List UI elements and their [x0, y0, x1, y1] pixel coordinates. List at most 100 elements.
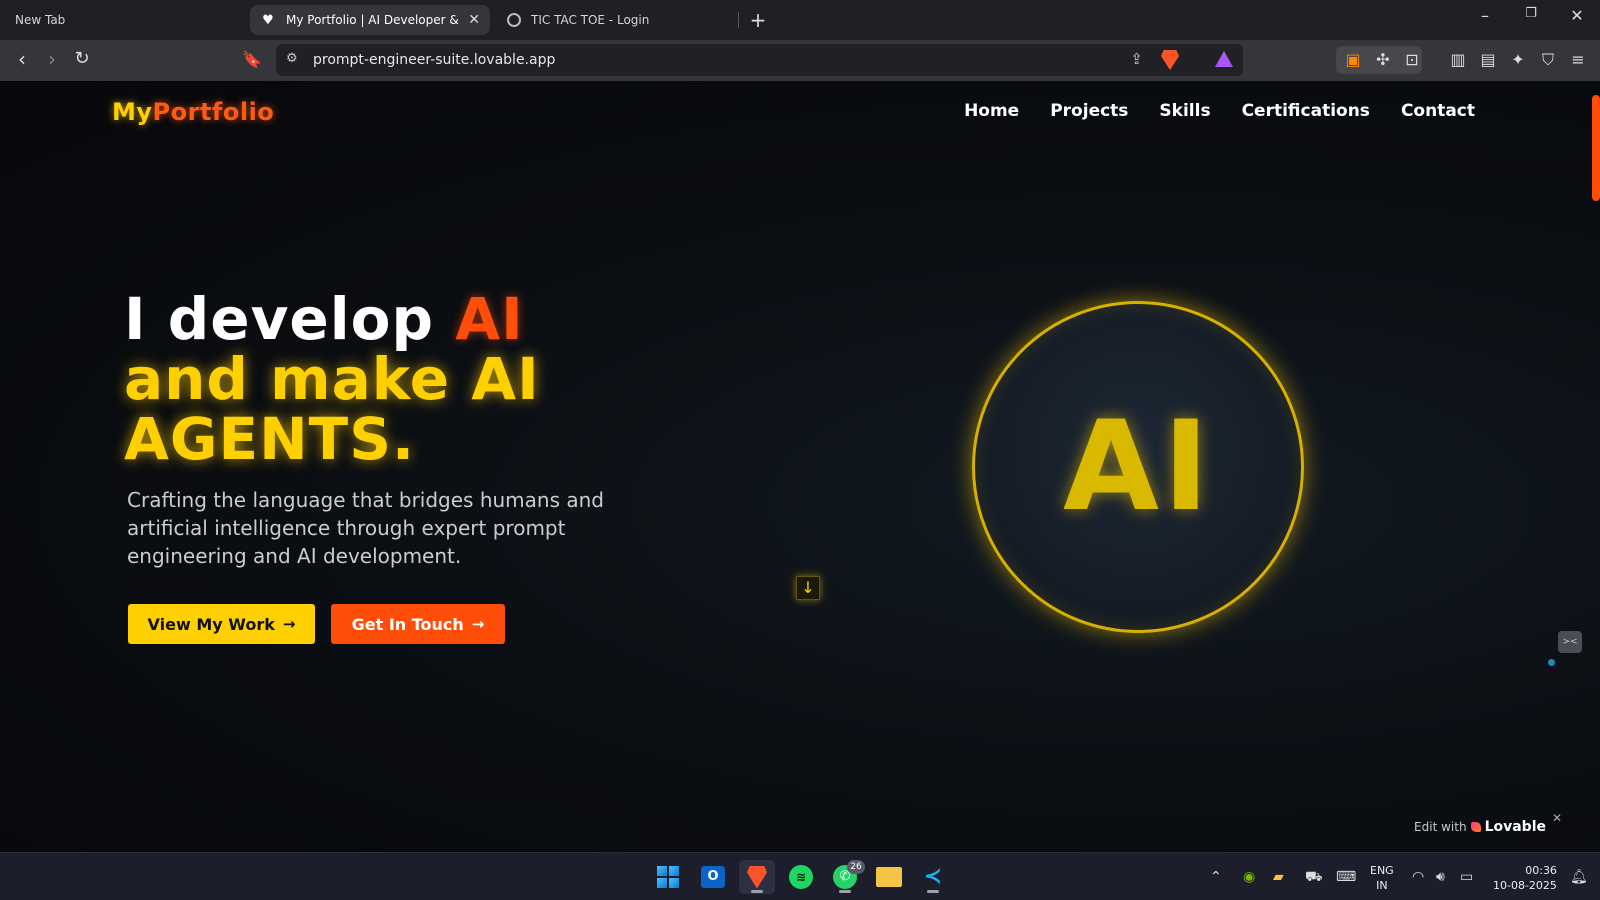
- lovable-logo-icon: [1470, 822, 1481, 832]
- language-indicator[interactable]: ENG IN: [1370, 863, 1394, 893]
- notifications-icon[interactable]: 🔔︎: [1570, 869, 1588, 885]
- spotify-icon: ≋: [789, 865, 813, 889]
- system-clock[interactable]: 00:36 10-08-2025: [1493, 863, 1557, 893]
- status-dot: [1548, 659, 1555, 666]
- chevron-up-icon[interactable]: ⌃: [1210, 869, 1222, 885]
- clock-time: 00:36: [1525, 864, 1557, 877]
- close-badge-icon[interactable]: ✕: [1552, 811, 1562, 825]
- running-indicator: [839, 890, 851, 893]
- nvidia-icon[interactable]: ◉: [1243, 869, 1255, 885]
- volume-icon[interactable]: 🔊︎: [1436, 869, 1445, 885]
- taskbar-file-explorer[interactable]: [871, 860, 907, 894]
- region-code: IN: [1376, 879, 1388, 892]
- hero-heading: I develop AI and make AI AGENTS.: [124, 289, 684, 469]
- forward-button[interactable]: ›: [40, 48, 64, 72]
- taskbar-outlook[interactable]: O: [695, 860, 731, 894]
- battery-icon[interactable]: ▭: [1460, 869, 1473, 885]
- wifi-icon[interactable]: ◠: [1412, 869, 1424, 885]
- active-indicator: [751, 890, 763, 893]
- arrow-right-icon: →: [471, 615, 485, 633]
- keyboard-icon[interactable]: ⌨: [1336, 869, 1356, 885]
- windows-taskbar: O ≋ ✆ 26 ≺ ⌃ ◉ ▰ ⛟ ⌨ ENG IN ◠ 🔊︎ ▭ 00:36…: [0, 852, 1600, 900]
- folder-tray-icon[interactable]: ▰: [1273, 869, 1284, 885]
- main-nav: Home Projects Skills Certifications Cont…: [964, 101, 1475, 121]
- share-icon[interactable]: ⇪: [1130, 50, 1143, 68]
- ai-badge-text: AI: [1062, 395, 1214, 539]
- tab-title: TIC TAC TOE - Login: [531, 13, 650, 27]
- bookmark-icon[interactable]: 🔖: [242, 50, 262, 69]
- close-tab-icon[interactable]: ✕: [468, 12, 480, 28]
- vscode-icon: ≺: [923, 864, 943, 889]
- address-bar[interactable]: ⚙ prompt-engineer-suite.lovable.app ⇪: [276, 44, 1243, 76]
- get-in-touch-label: Get In Touch: [351, 614, 464, 634]
- notification-badge: 26: [847, 860, 865, 874]
- hero-line3: AGENTS.: [124, 405, 416, 473]
- restore-button[interactable]: ❐: [1516, 6, 1546, 21]
- page-viewport: MyPortfolio Home Projects Skills Certifi…: [0, 81, 1600, 852]
- taskbar-vscode[interactable]: ≺: [915, 860, 951, 894]
- sidebar-icon[interactable]: ▥: [1446, 50, 1470, 69]
- vpn-shield-icon[interactable]: ⛉: [1536, 50, 1560, 70]
- extension-icon[interactable]: ▣: [1341, 50, 1365, 69]
- taskbar-brave[interactable]: [739, 860, 775, 894]
- page-scrollbar[interactable]: [1592, 95, 1600, 201]
- tab-title: New Tab: [15, 13, 66, 27]
- leo-ai-icon[interactable]: ✦: [1506, 50, 1530, 69]
- outlook-icon: O: [701, 866, 725, 888]
- wallet-icon[interactable]: ▤: [1476, 50, 1500, 69]
- nav-home[interactable]: Home: [964, 101, 1019, 121]
- nav-contact[interactable]: Contact: [1401, 101, 1475, 121]
- network-tray-icon[interactable]: ⛟: [1305, 869, 1323, 887]
- minimize-button[interactable]: –: [1470, 6, 1500, 25]
- screenshot-icon[interactable]: ⊡: [1400, 50, 1424, 69]
- brave-icon: [747, 865, 767, 889]
- edit-with-label: Edit with: [1414, 820, 1467, 834]
- hero-line1-prefix: I develop: [124, 285, 456, 353]
- site-settings-icon[interactable]: ⚙: [286, 51, 298, 66]
- running-indicator: [927, 890, 939, 893]
- brave-shields-icon[interactable]: [1161, 50, 1179, 70]
- heart-favicon-icon: ♥: [262, 12, 274, 28]
- puzzle-icon[interactable]: ✣: [1371, 50, 1395, 69]
- lovable-label: Lovable: [1484, 819, 1546, 835]
- back-button[interactable]: ‹: [10, 48, 34, 72]
- ai-badge-circle: AI: [972, 301, 1304, 633]
- globe-favicon-icon: [507, 13, 521, 27]
- hero-line1-accent: AI: [455, 285, 524, 353]
- tab-new-tab[interactable]: New Tab: [5, 5, 235, 35]
- view-my-work-label: View My Work: [147, 614, 275, 634]
- taskbar-whatsapp[interactable]: ✆ 26: [827, 860, 865, 894]
- brave-rewards-icon[interactable]: [1215, 51, 1233, 67]
- dev-tools-widget-icon[interactable]: ><: [1558, 631, 1582, 653]
- language-code: ENG: [1370, 864, 1394, 877]
- hero-subtitle: Crafting the language that bridges human…: [127, 488, 605, 568]
- logo-my: My: [112, 98, 153, 126]
- reload-button[interactable]: ↻: [70, 48, 94, 72]
- tab-title: My Portfolio | AI Developer & Ag: [286, 13, 461, 27]
- url-text[interactable]: prompt-engineer-suite.lovable.app: [313, 52, 555, 68]
- menu-icon[interactable]: ≡: [1566, 50, 1590, 69]
- logo-portfolio: Portfolio: [152, 98, 275, 126]
- start-button[interactable]: [650, 860, 686, 894]
- nav-projects[interactable]: Projects: [1050, 101, 1128, 121]
- taskbar-spotify[interactable]: ≋: [783, 860, 819, 894]
- nav-certifications[interactable]: Certifications: [1242, 101, 1370, 121]
- tab-tic-tac-toe[interactable]: TIC TAC TOE - Login: [497, 5, 737, 35]
- browser-toolbar: ‹ › ↻ 🔖 ⚙ prompt-engineer-suite.lovable.…: [0, 40, 1600, 81]
- scroll-down-icon[interactable]: ↓: [796, 576, 820, 600]
- folder-icon: [876, 867, 902, 887]
- arrow-right-icon: →: [282, 615, 296, 633]
- site-logo[interactable]: MyPortfolio: [112, 98, 274, 126]
- new-tab-button[interactable]: +: [748, 8, 768, 32]
- windows-logo-icon: [657, 866, 679, 888]
- tab-strip: New Tab ♥ My Portfolio | AI Developer & …: [0, 0, 1600, 40]
- edit-with-lovable-badge[interactable]: Edit with Lovable: [1414, 819, 1546, 835]
- tab-divider: [738, 12, 739, 28]
- tab-portfolio[interactable]: ♥ My Portfolio | AI Developer & Ag ✕: [250, 5, 490, 35]
- clock-date: 10-08-2025: [1493, 879, 1557, 892]
- get-in-touch-button[interactable]: Get In Touch →: [331, 604, 505, 644]
- nav-skills[interactable]: Skills: [1159, 101, 1210, 121]
- view-my-work-button[interactable]: View My Work →: [128, 604, 315, 644]
- close-window-button[interactable]: ✕: [1562, 6, 1592, 25]
- hero-line2: and make AI: [124, 345, 540, 413]
